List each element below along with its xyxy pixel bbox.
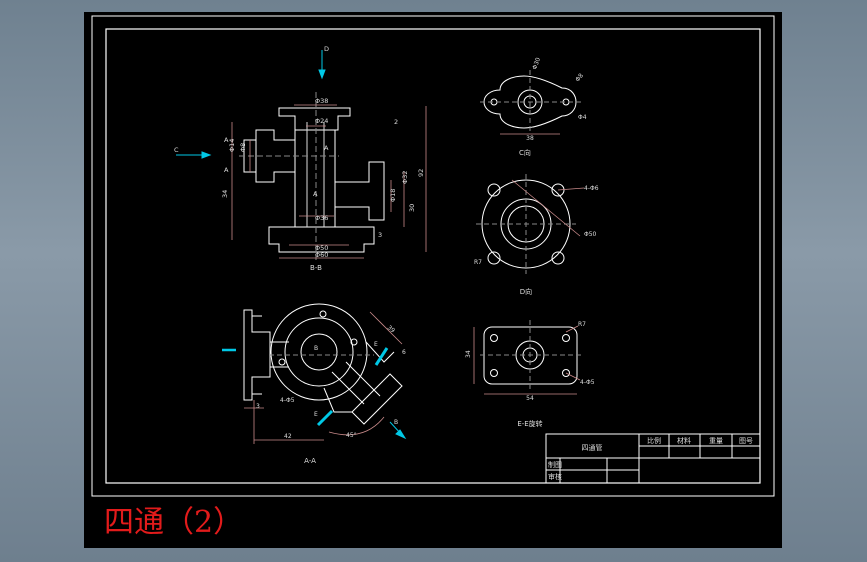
- aa-dim-45deg: 45°: [346, 432, 357, 439]
- mark-b-1: B: [314, 345, 318, 352]
- dim-phi14: Φ14: [228, 139, 236, 152]
- view-c-title: C向: [519, 148, 531, 157]
- mark-e-1: E: [374, 341, 378, 348]
- title-header-weight: 重量: [709, 437, 723, 445]
- view-d: [476, 174, 576, 274]
- view-c: [480, 70, 582, 132]
- view-ee-title: E-E旋转: [517, 419, 542, 428]
- view-arrow-d: [318, 50, 326, 80]
- ee-dim-4-phi5: 4-Φ5: [580, 379, 595, 386]
- view-arrow-c: [176, 151, 212, 159]
- dim-34: 34: [221, 190, 229, 198]
- d-dim-4-phi6: 4-Φ6: [584, 185, 599, 192]
- c-dim-38: 38: [526, 135, 534, 142]
- c-dim-phi4: Φ4: [578, 114, 587, 121]
- d-dim-r7: R7: [474, 259, 482, 266]
- dim-phi18: Φ18: [389, 189, 397, 202]
- aa-dim-3: 3: [256, 403, 260, 410]
- dim-2: 2: [394, 118, 398, 126]
- section-arrow-e-top: [374, 347, 389, 366]
- dim-3: 3: [378, 231, 382, 239]
- c-dim-phi8: Φ8: [574, 72, 585, 83]
- drawing-caption: 四通（2）: [104, 505, 244, 540]
- outer-frame: [91, 15, 775, 497]
- title-header-material: 材料: [677, 436, 691, 445]
- dim-phi60: Φ60: [315, 251, 328, 259]
- mark-d: D: [324, 45, 329, 53]
- title-header-scale: 比例: [647, 436, 661, 445]
- section-aa-title: A-A: [304, 457, 316, 465]
- ee-dim-r7: R7: [578, 321, 586, 328]
- aa-dim-4-phi5: 4-Φ5: [280, 397, 295, 404]
- mark-c: C: [174, 146, 179, 154]
- view-d-title: D向: [520, 287, 532, 296]
- dim-92: 92: [417, 169, 425, 177]
- c-dim-phi30: Φ30: [531, 57, 542, 71]
- aa-dim-42: 42: [284, 433, 292, 440]
- mark-b-2: B: [394, 419, 398, 426]
- mark-a-3: A: [313, 190, 318, 198]
- d-dim-phi50: Φ50: [584, 231, 597, 238]
- mark-a-1: A: [224, 136, 229, 144]
- title-role-drafter: 制图: [548, 460, 562, 469]
- title-part-name: 四通管: [582, 443, 603, 452]
- view-ee: [480, 320, 581, 390]
- aa-dim-6: 6: [402, 349, 406, 356]
- dim-phi36: Φ36: [315, 214, 328, 222]
- drawing-canvas: Φ38 Φ24 Φ14 Φ8 Φ32 Φ18 Φ36 Φ50 Φ60 34 92…: [84, 12, 782, 548]
- aa-dim-39: 39: [386, 324, 396, 334]
- title-role-checker: 审核: [548, 472, 562, 481]
- dim-phi32: Φ32: [401, 171, 409, 184]
- section-arrow-e-bottom: [316, 409, 334, 427]
- mark-a-2: A: [324, 144, 329, 152]
- ee-dim-54: 54: [526, 395, 534, 402]
- mark-a-4: A: [224, 166, 229, 174]
- inner-frame: [105, 28, 761, 484]
- dim-phi38: Φ38: [315, 97, 328, 105]
- mark-e-2: E: [314, 411, 318, 418]
- section-bb-title: B-B: [310, 264, 322, 272]
- title-header-drawing-no: 图号: [739, 437, 753, 445]
- dim-30: 30: [408, 204, 416, 212]
- ee-dim-34: 34: [465, 350, 472, 358]
- dim-phi24: Φ24: [315, 117, 328, 125]
- section-bb-view: [239, 92, 385, 262]
- dim-phi8: Φ8: [239, 143, 247, 152]
